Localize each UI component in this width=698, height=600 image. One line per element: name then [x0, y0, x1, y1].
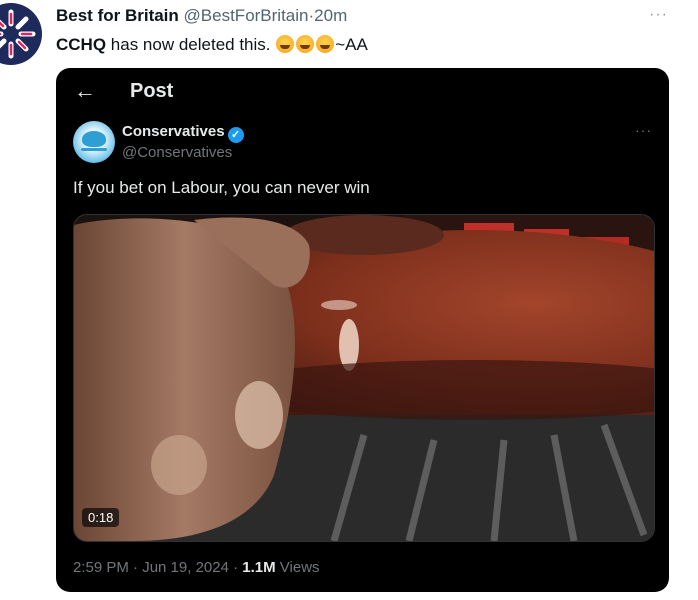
inner-author-name: Conservatives ✓ [122, 123, 244, 143]
inner-author-handle: @Conservatives [122, 144, 233, 161]
tweet-text-bold: CCHQ [56, 35, 107, 54]
inner-post-text: If you bet on Labour, you can never win [73, 178, 370, 197]
avatar[interactable] [0, 2, 44, 66]
post-timestamp: 2:59 PM · Jun 19, 2024 · [73, 559, 243, 576]
views-count: 1.1M [242, 559, 276, 576]
video-duration-badge: 0:18 [82, 508, 120, 527]
tweet-text-body: has now deleted this. [106, 35, 276, 54]
views-label: Views [275, 559, 320, 576]
rolling-laughing-emoji-icon [296, 35, 315, 53]
tears-of-joy-emoji-icon [276, 35, 295, 53]
tweet-text: CCHQ has now deleted this. ~AA [56, 35, 368, 55]
author-handle[interactable]: @BestForBritain [184, 6, 309, 25]
back-arrow-icon: ← [74, 78, 96, 103]
author-name[interactable]: Best for Britain [56, 6, 179, 25]
best-for-britain-logo-icon [0, 3, 42, 65]
video-thumbnail: 0:18 [73, 214, 655, 542]
post-title: Post [130, 80, 174, 102]
roulette-video-frame [74, 215, 654, 541]
tears-of-joy-emoji-icon [316, 35, 335, 53]
post-meta: 2:59 PM · Jun 19, 2024 · 1.1M Views [73, 559, 320, 576]
embedded-post-image[interactable]: ← Post Conservatives ✓ @Conservatives ···… [56, 68, 669, 592]
tree-logo-icon [82, 131, 106, 147]
tweet-text-suffix: ~AA [335, 35, 368, 54]
time-ago[interactable]: 20m [314, 6, 347, 25]
conservatives-avatar [73, 121, 115, 163]
inner-more-icon: ··· [635, 122, 652, 138]
tree-base-icon [81, 148, 107, 151]
tweet-header: Best for Britain @BestForBritain·20m [56, 6, 347, 26]
inner-author-name-text: Conservatives [122, 123, 225, 140]
verified-badge-icon: ✓ [227, 127, 244, 143]
more-options-button[interactable]: ··· [649, 6, 668, 24]
